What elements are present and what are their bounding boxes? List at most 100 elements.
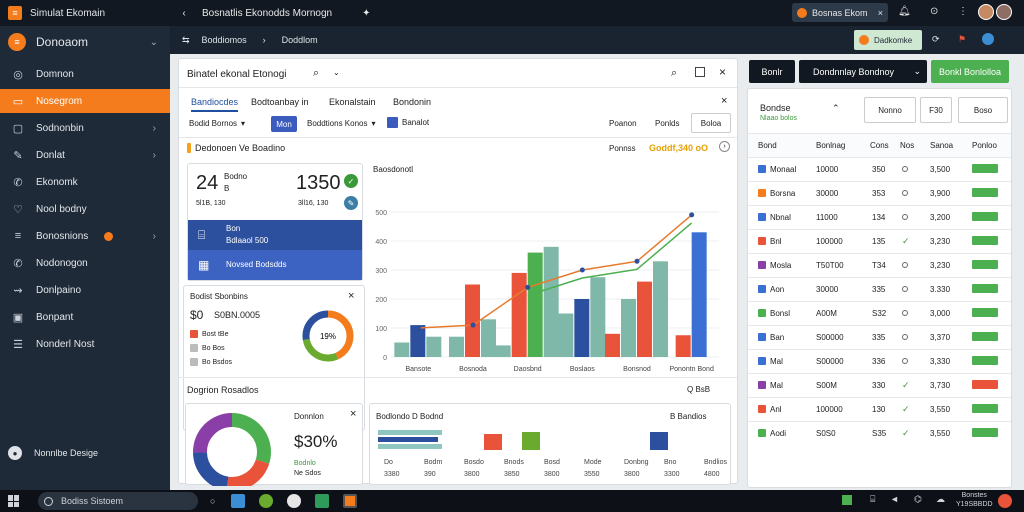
notification-icon[interactable] bbox=[998, 494, 1012, 508]
sidebar-item-10[interactable]: ☰ Nonderl Nost bbox=[0, 332, 170, 356]
table-row[interactable]: Ban S00000 335 3,370 bbox=[748, 325, 1011, 349]
maximize-icon[interactable] bbox=[695, 67, 705, 77]
table-row[interactable]: Bnl 100000 135 ✓ 3,230 bbox=[748, 229, 1011, 253]
globe-icon[interactable] bbox=[982, 33, 994, 45]
pin-icon[interactable]: ✦ bbox=[362, 8, 370, 19]
search-icon[interactable]: ⌕ bbox=[313, 67, 319, 80]
next-icon[interactable]: › bbox=[719, 141, 730, 152]
clock[interactable]: Bonstes Y19SBBDD bbox=[956, 491, 993, 509]
chevron-up-icon[interactable]: ⌃ bbox=[832, 103, 840, 114]
right-button-2[interactable]: Boloa bbox=[691, 113, 731, 133]
breadcrumb-2[interactable]: Doddlom bbox=[282, 35, 318, 45]
bell-icon[interactable]: 🔔︎ bbox=[898, 6, 911, 17]
tab-2[interactable]: Ekonalstain bbox=[329, 97, 376, 107]
sidebar-item-6[interactable]: ≡ Bonosnions › bbox=[0, 224, 170, 248]
table-row[interactable]: Nbnal 11000 134 3,200 bbox=[748, 205, 1011, 229]
tab-1[interactable]: Bodtoanbay in bbox=[251, 97, 309, 107]
table-row[interactable]: Monaal 10000 350 3,500 bbox=[748, 157, 1011, 181]
start-icon[interactable] bbox=[8, 495, 20, 507]
chat-app-icon[interactable] bbox=[287, 494, 302, 508]
column-header[interactable]: Bond bbox=[758, 141, 777, 150]
right-button-1[interactable]: Ponlds bbox=[655, 119, 679, 128]
right-button-0[interactable]: Poanon bbox=[609, 119, 637, 128]
avatar-secondary[interactable] bbox=[996, 4, 1012, 20]
filter-2-button[interactable]: Mon bbox=[271, 116, 297, 132]
table-row[interactable]: Anl 100000 130 ✓ 3,550 bbox=[748, 397, 1011, 421]
sidebar-item-1[interactable]: ▭ Nosegrom bbox=[0, 89, 170, 113]
sidebar-item-0[interactable]: ◎ Domnon bbox=[0, 62, 170, 86]
browser-app-icon[interactable] bbox=[259, 494, 274, 508]
sidebar-item-4[interactable]: ✆ Ekonomk bbox=[0, 170, 170, 194]
donut-item-2: Bo Bsdos bbox=[190, 358, 232, 366]
sidebar-item-5[interactable]: ♡ Nool bodny bbox=[0, 197, 170, 221]
refresh-icon[interactable]: ⟳ bbox=[932, 34, 940, 45]
check-icon[interactable]: ✓ bbox=[344, 174, 358, 188]
close-icon[interactable]: × bbox=[878, 8, 883, 18]
dark-button[interactable]: Bonlr bbox=[749, 60, 795, 83]
filter-3[interactable]: Boddtions Konos ▾ bbox=[307, 119, 376, 128]
column-header[interactable]: Cons bbox=[870, 141, 889, 150]
network-icon[interactable]: ⌸ bbox=[870, 494, 875, 505]
table-row[interactable]: Mal S00000 336 3,330 bbox=[748, 349, 1011, 373]
top-tab[interactable]: Bosnas Ekom × bbox=[792, 3, 888, 22]
spreadsheet-app-icon[interactable] bbox=[315, 494, 330, 508]
edit-icon[interactable]: ✎ bbox=[344, 196, 358, 210]
table-row[interactable]: Aon 30000 335 3.330 bbox=[748, 277, 1011, 301]
bottom-donut-chart bbox=[193, 413, 271, 486]
header-button-1[interactable]: F30 bbox=[920, 97, 952, 123]
sidebar-item-7[interactable]: ✆ Nodonogon bbox=[0, 251, 170, 275]
explorer-app-icon[interactable] bbox=[231, 494, 246, 508]
table-row[interactable]: Mosla T50T00 T34 3,230 bbox=[748, 253, 1011, 277]
cloud-icon[interactable]: ☁ bbox=[936, 494, 945, 505]
table-row[interactable]: Bonsl A00M S32 3,000 bbox=[748, 301, 1011, 325]
status-dot-icon bbox=[902, 285, 908, 294]
column-header[interactable]: Bonlnag bbox=[816, 141, 845, 150]
blue-row-0[interactable]: ⌸ Bon Bdlaaol 500 bbox=[188, 220, 362, 250]
tab-3[interactable]: Bondonin bbox=[393, 97, 431, 107]
wifi-icon[interactable]: ⌬ bbox=[914, 494, 922, 505]
search-icon[interactable]: ⌕ bbox=[671, 67, 677, 80]
sidebar-item-8[interactable]: ⇝ Donlpaino bbox=[0, 278, 170, 302]
lock-icon[interactable]: ⊙ bbox=[930, 6, 938, 17]
table-row[interactable]: Borsna 30000 353 3,900 bbox=[748, 181, 1011, 205]
brand-selector[interactable]: ≡ Donoaom ⌄ bbox=[0, 28, 170, 56]
sidebar-item-9[interactable]: ▣ Bonpant bbox=[0, 305, 170, 329]
breadcrumb-1[interactable]: Boddiomos bbox=[202, 35, 247, 45]
tab-0[interactable]: Bandiocdes bbox=[191, 97, 239, 112]
stat-left-small: 5l1B, 130 bbox=[196, 200, 226, 207]
close-icon[interactable]: × bbox=[348, 290, 354, 302]
task-view-icon[interactable]: ○ bbox=[210, 496, 215, 506]
back-icon[interactable]: ‹ bbox=[174, 8, 194, 19]
sidebar-footer[interactable]: ● Nonnlbe Desige bbox=[8, 446, 98, 460]
sub-toolbar: ⇆ Boddiomos › Doddlom Dadkomke ⟳ ⚑ bbox=[170, 26, 1024, 54]
taskbar-search[interactable]: Bodiss Sistoem bbox=[38, 492, 198, 510]
header-button-0[interactable]: Nonno bbox=[864, 97, 916, 123]
sidebar-item-2[interactable]: ▢ Sodnonbin › bbox=[0, 116, 170, 140]
close-icon[interactable]: × bbox=[719, 65, 726, 79]
filter-4[interactable]: Banalot bbox=[387, 117, 429, 128]
volume-icon[interactable]: ◄ bbox=[890, 494, 899, 504]
sidebar-item-3[interactable]: ✎ Donlat › bbox=[0, 143, 170, 167]
column-header[interactable]: Sanoa bbox=[930, 141, 953, 150]
tray-icon[interactable] bbox=[842, 495, 852, 505]
header-button-2[interactable]: Boso bbox=[958, 97, 1008, 123]
dropdown-button[interactable]: Dondnnlay Bondnoy ⌄ bbox=[799, 60, 927, 83]
blue-row-1[interactable]: ▦ Novsed Bodsdds bbox=[188, 250, 362, 280]
column-header[interactable]: Nos bbox=[900, 141, 914, 150]
more-icon[interactable]: ⋮ bbox=[958, 6, 968, 17]
avatar[interactable] bbox=[978, 4, 994, 20]
table-row[interactable]: Aodi S0S0 S35 ✓ 3,550 bbox=[748, 421, 1011, 445]
flag-icon[interactable]: ⚑ bbox=[958, 34, 966, 45]
box-icon: ▣ bbox=[12, 311, 24, 324]
sidebar-item-label: Ekonomk bbox=[36, 176, 78, 188]
table-row[interactable]: Mal S00M 330 ✓ 3,730 bbox=[748, 373, 1011, 397]
active-app-icon[interactable] bbox=[343, 494, 358, 508]
close-icon[interactable]: × bbox=[350, 408, 356, 420]
menu-icon[interactable]: ⇆ bbox=[182, 35, 190, 46]
close-icon[interactable]: × bbox=[721, 95, 727, 107]
green-action-button[interactable]: Bonkl Bonlolloa bbox=[931, 60, 1009, 83]
column-header[interactable]: Ponloo bbox=[972, 141, 997, 150]
chevron-down-icon[interactable]: ⌄ bbox=[333, 68, 340, 77]
status-chip[interactable]: Dadkomke bbox=[854, 30, 922, 50]
filter-1[interactable]: Bodid Bornos ▾ bbox=[189, 119, 245, 128]
